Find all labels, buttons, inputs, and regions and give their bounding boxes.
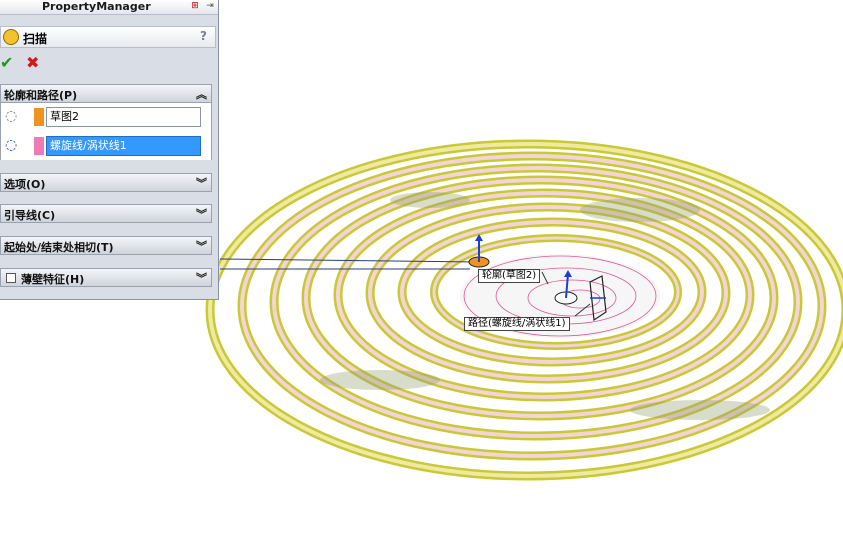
group-guide-curves[interactable]: 引导线(C) ︾ <box>0 204 212 223</box>
path-row: ◌ 螺旋线/涡状线1 <box>1 134 213 158</box>
group-options[interactable]: 选项(O) ︾ <box>0 173 212 192</box>
profile-selection-box[interactable]: 草图2 <box>46 107 201 127</box>
chevron-down-icon[interactable]: ︾ <box>196 238 207 254</box>
profile-path-body: ◌ 草图2 ◌ 螺旋线/涡状线1 <box>0 103 212 160</box>
expand-icon[interactable]: ⇥ <box>204 0 216 12</box>
chevron-down-icon[interactable]: ︾ <box>196 206 207 222</box>
chevron-down-icon[interactable]: ︾ <box>196 270 207 286</box>
group-thin-feature[interactable]: 薄壁特征(H) ︾ <box>0 268 212 287</box>
ok-button[interactable]: ✔ <box>0 53 13 72</box>
path-icon: ◌ <box>5 137 18 153</box>
profile-callout[interactable]: 轮廓(草图2) <box>478 269 541 283</box>
group-label: 起始处/结束处相切(T) <box>4 241 114 254</box>
chevron-up-icon[interactable]: ︽ <box>196 86 207 102</box>
profile-color-swatch <box>34 108 44 126</box>
help-icon[interactable]: ? <box>200 29 207 43</box>
profile-icon: ◌ <box>5 108 18 124</box>
path-color-swatch <box>34 137 44 155</box>
group-label: 薄壁特征(H) <box>21 273 85 286</box>
group-label: 轮廓和路径(P) <box>4 89 78 102</box>
chevron-down-icon[interactable]: ︾ <box>196 175 207 191</box>
property-manager-title: PropertyManager <box>42 0 151 13</box>
pin-icon[interactable]: ⊞ <box>189 0 201 12</box>
property-manager-panel: PropertyManager ⊞ ⇥ 扫描 ? ✔ ✖ 轮廓和路径(P) ︽ … <box>0 0 219 300</box>
group-profile-path[interactable]: 轮廓和路径(P) ︽ <box>0 84 212 103</box>
group-start-end-tangency[interactable]: 起始处/结束处相切(T) ︾ <box>0 236 212 255</box>
sweep-feature-icon <box>3 29 19 45</box>
group-label: 引导线(C) <box>4 209 56 222</box>
feature-title: 扫描 <box>23 32 48 46</box>
thin-feature-checkbox[interactable] <box>6 273 16 283</box>
path-callout[interactable]: 路径(螺旋线/涡状线1) <box>464 317 570 331</box>
path-selection-box[interactable]: 螺旋线/涡状线1 <box>46 136 201 156</box>
profile-row: ◌ 草图2 <box>1 105 213 129</box>
feature-header: 扫描 ? <box>0 26 216 48</box>
property-manager-title-bar: PropertyManager ⊞ ⇥ <box>0 0 218 15</box>
group-label: 选项(O) <box>4 178 46 191</box>
view-toolbar[interactable] <box>330 0 620 6</box>
cancel-button[interactable]: ✖ <box>26 53 39 72</box>
